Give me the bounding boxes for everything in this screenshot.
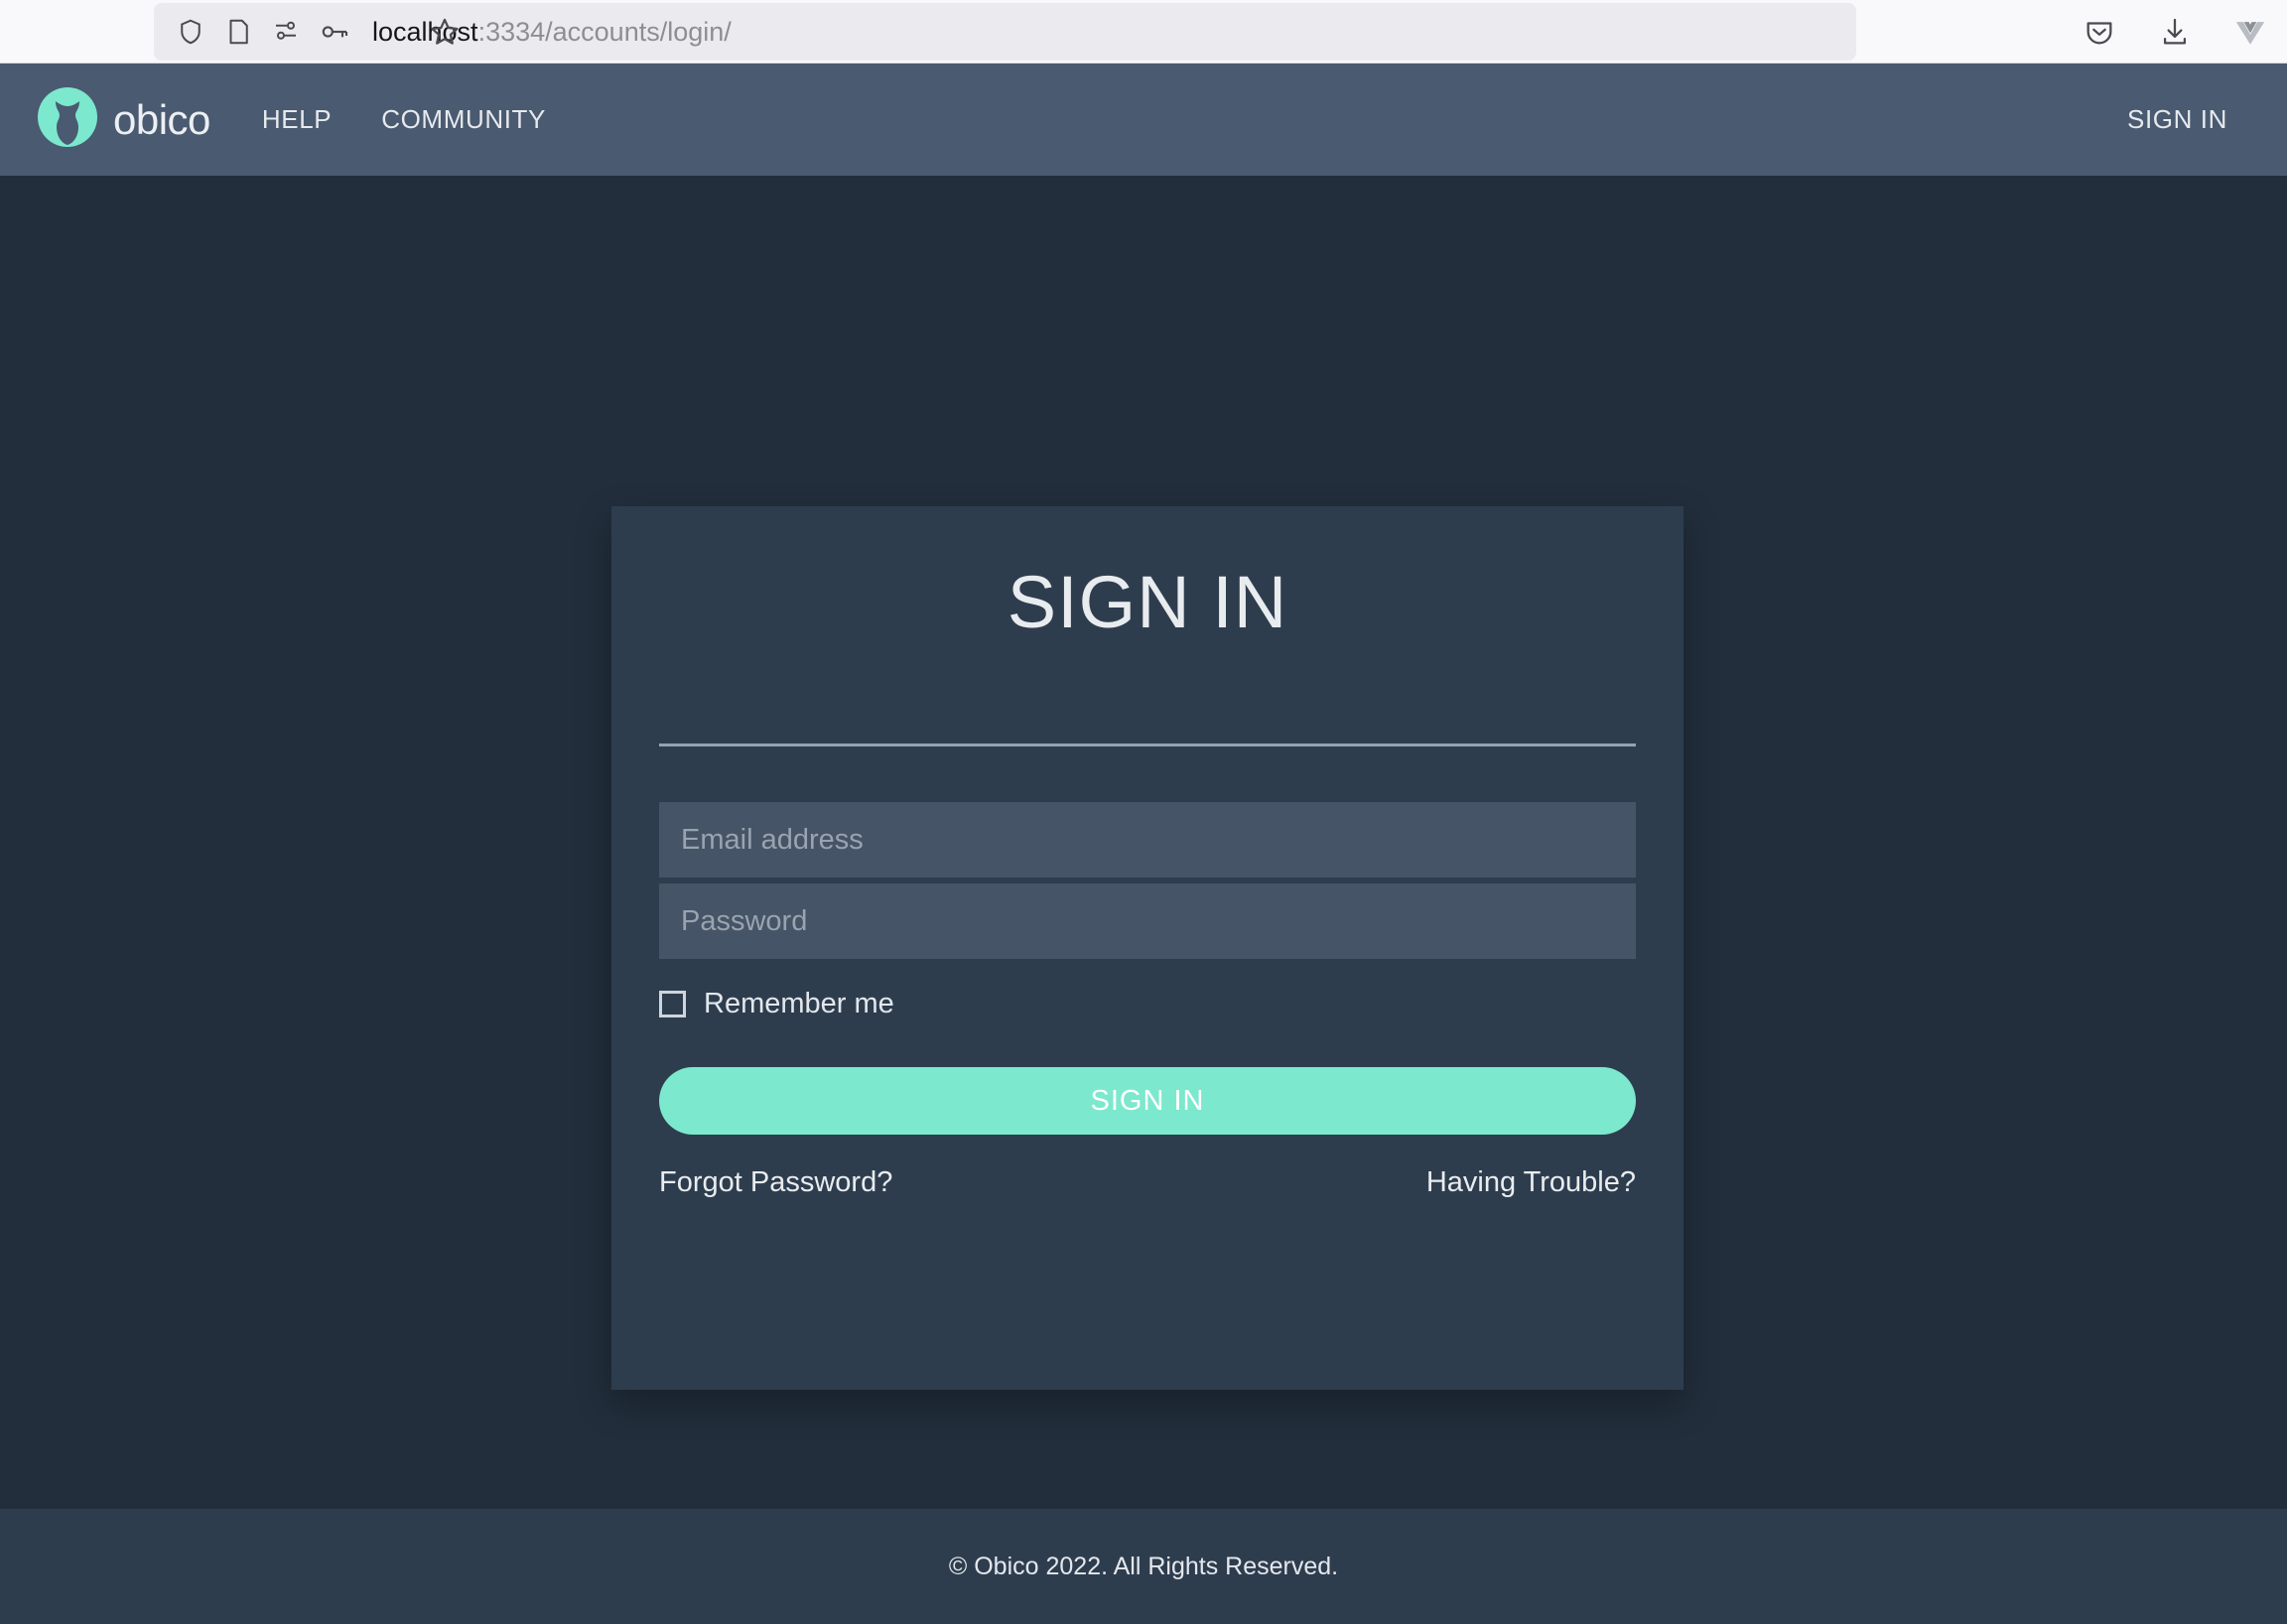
app-navbar: obico HELP COMMUNITY SIGN IN xyxy=(0,64,2287,176)
email-field[interactable] xyxy=(659,802,1636,879)
forgot-password-link[interactable]: Forgot Password? xyxy=(659,1166,892,1199)
navbar-right: SIGN IN xyxy=(2127,104,2227,135)
remember-me-row[interactable]: Remember me xyxy=(659,988,1636,1020)
browser-chrome: localhost:3334/accounts/login/ xyxy=(0,0,2287,64)
signin-card: SIGN IN Remember me SIGN IN Forgot Passw… xyxy=(611,506,1683,1390)
card-divider xyxy=(659,744,1636,747)
brand-home-link[interactable]: obico xyxy=(36,85,210,154)
card-links-row: Forgot Password? Having Trouble? xyxy=(659,1166,1636,1199)
pocket-icon[interactable] xyxy=(2083,15,2116,49)
remember-me-label: Remember me xyxy=(704,988,894,1020)
remember-me-checkbox[interactable] xyxy=(659,991,686,1018)
nav-link-community[interactable]: COMMUNITY xyxy=(381,104,546,135)
nav-link-help[interactable]: HELP xyxy=(262,104,332,135)
obico-cat-logo-icon xyxy=(36,85,99,154)
password-field[interactable] xyxy=(659,883,1636,960)
browser-toolbar-right xyxy=(2083,0,2267,64)
shield-icon[interactable] xyxy=(176,17,205,47)
brand-name: obico xyxy=(113,95,210,143)
signin-submit-button[interactable]: SIGN IN xyxy=(659,1067,1636,1136)
url-path: :3334/accounts/login/ xyxy=(477,16,732,47)
download-icon[interactable] xyxy=(2158,15,2192,49)
nav-signin-link[interactable]: SIGN IN xyxy=(2127,104,2227,134)
site-footer: © Obico 2022. All Rights Reserved. xyxy=(0,1509,2287,1624)
key-icon[interactable] xyxy=(319,16,350,48)
address-bar[interactable]: localhost:3334/accounts/login/ xyxy=(154,3,1856,61)
footer-copyright: © Obico 2022. All Rights Reserved. xyxy=(948,1552,1339,1580)
permissions-icon[interactable] xyxy=(271,17,301,47)
bookmark-star-icon[interactable] xyxy=(417,4,472,60)
vue-devtools-icon[interactable] xyxy=(2233,15,2267,49)
page-icon[interactable] xyxy=(223,17,253,47)
page-body: SIGN IN Remember me SIGN IN Forgot Passw… xyxy=(0,176,2287,1509)
having-trouble-link[interactable]: Having Trouble? xyxy=(1426,1166,1636,1199)
page-title: SIGN IN xyxy=(1007,561,1288,643)
